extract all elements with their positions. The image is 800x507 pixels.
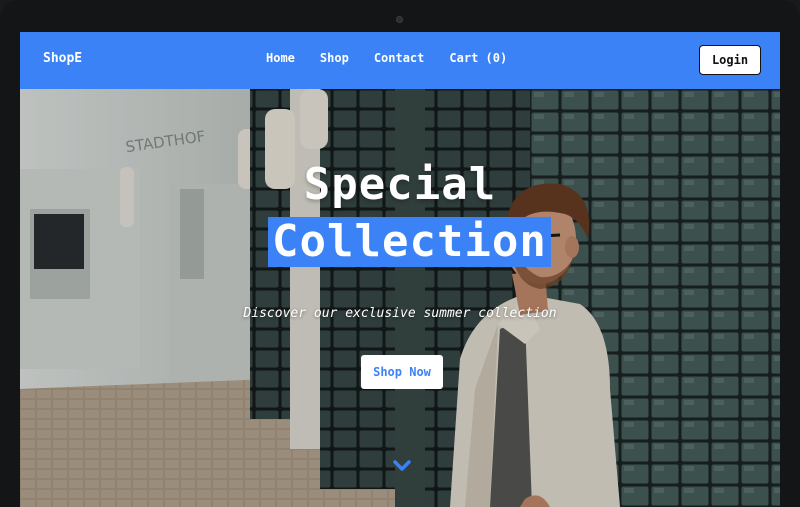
camera-icon (396, 16, 403, 23)
brand-logo[interactable]: ShopE (43, 51, 82, 66)
nav-link-home[interactable]: Home (266, 51, 295, 65)
browser-viewport: ShopE Home Shop Contact Cart (0) Login S… (20, 32, 780, 507)
shop-now-button[interactable]: Shop Now (361, 355, 443, 389)
hero-overlay (20, 89, 780, 507)
nav-link-contact[interactable]: Contact (374, 51, 425, 65)
navbar: ShopE Home Shop Contact Cart (0) Login (20, 32, 780, 89)
chevron-down-icon[interactable] (392, 458, 412, 474)
hero-subtitle: Discover our exclusive summer collection (243, 306, 557, 321)
nav-links: Home Shop Contact Cart (0) (266, 51, 532, 65)
laptop-bezel: ShopE Home Shop Contact Cart (0) Login S… (0, 0, 800, 507)
hero-section: STADTHOF Special Collection Discover our… (20, 89, 780, 507)
hero-title-line1: Special (303, 159, 497, 210)
nav-link-shop[interactable]: Shop (320, 51, 349, 65)
login-button[interactable]: Login (699, 45, 761, 75)
nav-link-cart[interactable]: Cart (0) (449, 51, 507, 65)
hero-title-line2-highlight: Collection (268, 217, 551, 267)
